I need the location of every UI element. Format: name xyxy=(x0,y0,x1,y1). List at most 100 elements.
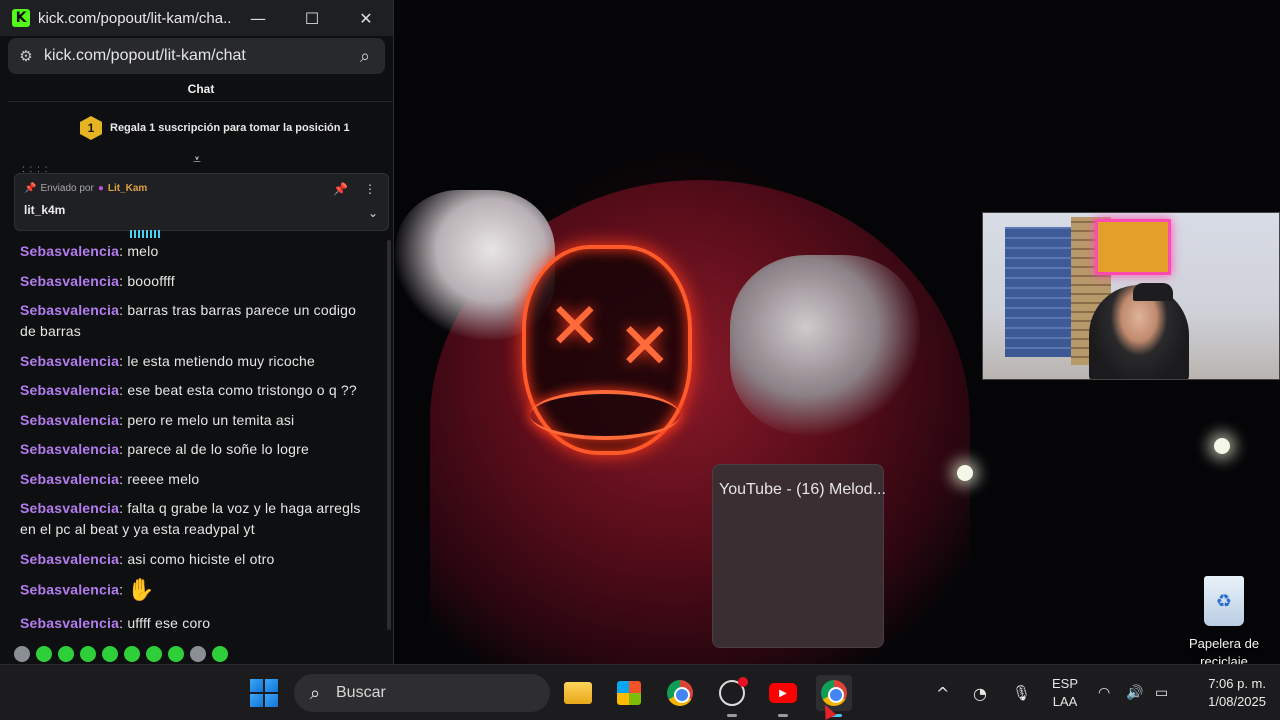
zoom-icon[interactable]: ⌕ xyxy=(345,46,385,67)
emote-icon xyxy=(102,646,118,662)
taskbar: ⌕ Buscar ▶ ^ ◔ 🎙 ESP LAA ◠ 🔊 ▭ 7:06 p. m… xyxy=(0,664,1280,720)
chat-message-list: Sebasvalencia: melo Sebasvalencia: booof… xyxy=(20,241,376,642)
clock-time: 7:06 p. m. xyxy=(1208,676,1266,691)
close-button[interactable]: ✕ xyxy=(339,0,393,36)
emote-icon xyxy=(80,646,96,662)
emote-icon xyxy=(212,646,228,662)
broadcaster-badge-icon: ● xyxy=(97,183,104,194)
message-username[interactable]: Sebasvalencia xyxy=(20,412,119,428)
emote-icon xyxy=(14,646,30,662)
minimize-button[interactable]: — xyxy=(231,0,285,36)
pin-icon: 📌 xyxy=(24,183,37,194)
message-username[interactable]: Sebasvalencia xyxy=(20,615,119,631)
search-icon: ⌕ xyxy=(309,682,321,704)
chat-message[interactable]: Sebasvalencia: reeee melo xyxy=(20,469,376,490)
message-username[interactable]: Sebasvalencia xyxy=(20,471,119,487)
message-text: reeee melo xyxy=(127,470,200,487)
mask-right-eye: ✕ xyxy=(618,310,672,384)
youtube-app-button[interactable]: ▶ xyxy=(765,675,801,717)
message-username[interactable]: Sebasvalencia xyxy=(20,243,119,259)
tray-expand-icon[interactable]: ^ xyxy=(936,665,949,720)
emote-icon xyxy=(146,646,162,662)
recycle-bin[interactable]: ♻ Papelera de reciclaje xyxy=(1184,576,1264,665)
chat-message[interactable]: Sebasvalencia: parece al de lo soñe lo l… xyxy=(20,439,376,460)
chat-message[interactable]: Sebasvalencia: le esta metiendo muy rico… xyxy=(20,351,376,372)
hands-emote-icon: ✋ xyxy=(127,578,155,603)
chat-message[interactable]: Sebasvalencia: ese beat esta como tristo… xyxy=(20,380,376,401)
youtube-window-preview[interactable]: YouTube - (16) Melod... xyxy=(712,464,886,648)
chat-popout-window[interactable]: K kick.com/popout/lit-kam/cha... — ☐ ✕ ⚙… xyxy=(0,0,394,664)
more-options-icon[interactable]: ⋮ xyxy=(364,182,376,196)
emote-strip xyxy=(14,646,228,662)
wifi-icon[interactable]: ◠ xyxy=(1098,665,1110,720)
message-username[interactable]: Sebasvalencia xyxy=(20,582,119,598)
taskbar-search[interactable]: ⌕ Buscar xyxy=(294,674,550,712)
search-placeholder: Buscar xyxy=(336,684,386,701)
sent-by-label: Enviado por xyxy=(40,183,94,194)
keyboard-layout: LAA xyxy=(1052,694,1078,709)
address-bar[interactable]: ⚙ kick.com/popout/lit-kam/chat ⌕ xyxy=(8,38,385,74)
system-clock[interactable]: 7:06 p. m. 1/08/2025 xyxy=(1190,675,1266,711)
onedrive-icon[interactable]: ◔ xyxy=(973,665,987,720)
chat-message[interactable]: Sebasvalencia: ✋ xyxy=(20,578,376,604)
running-indicator xyxy=(778,714,788,717)
mask-left-eye: ✕ xyxy=(548,290,602,364)
chrome-button[interactable] xyxy=(662,675,698,711)
recycle-bin-label: Papelera de reciclaje xyxy=(1188,636,1260,665)
message-username[interactable]: Sebasvalencia xyxy=(20,302,119,318)
mask-mouth xyxy=(530,390,680,440)
emote-fragment xyxy=(130,230,160,238)
message-text: uffff ese coro xyxy=(127,614,211,631)
maximize-button[interactable]: ☐ xyxy=(285,0,339,36)
message-text: ese beat esta como tristongo o q ?? xyxy=(127,382,357,398)
chat-message[interactable]: Sebasvalencia: barras tras barras parece… xyxy=(20,300,376,342)
language-code: ESP xyxy=(1051,676,1078,691)
battery-icon[interactable]: ▭ xyxy=(1155,665,1168,720)
unpin-icon[interactable]: 📌 xyxy=(333,182,348,196)
message-username[interactable]: Sebasvalencia xyxy=(20,441,119,457)
message-username[interactable]: Sebasvalencia xyxy=(20,353,119,369)
emote-icon xyxy=(58,646,74,662)
chat-message[interactable]: Sebasvalencia: pero re melo un temita as… xyxy=(20,410,376,431)
collapse-icon[interactable]: ⩡ xyxy=(193,152,201,168)
pinned-message-text: lit_k4m xyxy=(24,203,66,217)
rank-badge-icon: 1 xyxy=(80,116,102,140)
message-text: le esta metiendo muy ricoche xyxy=(127,352,316,369)
obs-button[interactable] xyxy=(714,675,750,717)
microphone-icon[interactable]: 🎙 xyxy=(1012,665,1031,720)
file-explorer-button[interactable] xyxy=(560,675,596,711)
pinned-by-user[interactable]: Lit_Kam xyxy=(108,183,147,194)
start-tile xyxy=(265,694,278,707)
chat-scrollbar[interactable] xyxy=(387,240,391,630)
webcam-overlay[interactable] xyxy=(982,212,1280,380)
chevron-down-icon[interactable]: ⌄ xyxy=(368,206,378,220)
chat-message[interactable]: Sebasvalencia: melo xyxy=(20,241,376,262)
chat-message[interactable]: Sebasvalencia: asi como hiciste el otro xyxy=(20,549,376,570)
url-text[interactable]: kick.com/popout/lit-kam/chat xyxy=(44,47,345,65)
message-text: pero re melo un temita asi xyxy=(127,411,295,428)
start-button[interactable] xyxy=(250,679,278,707)
message-username[interactable]: Sebasvalencia xyxy=(20,551,119,567)
recording-dot xyxy=(738,677,748,687)
youtube-preview-title: YouTube - (16) Melod... xyxy=(719,481,886,498)
store-button[interactable] xyxy=(611,675,647,711)
chat-message[interactable]: Sebasvalencia: boooffff xyxy=(20,271,376,292)
message-username[interactable]: Sebasvalencia xyxy=(20,382,119,398)
running-indicator xyxy=(727,714,737,717)
window-titlebar[interactable]: K kick.com/popout/lit-kam/cha... — ☐ ✕ xyxy=(0,0,393,36)
pinned-meta: 📌 Enviado por ● Lit_Kam xyxy=(24,183,147,194)
site-info-icon[interactable]: ⚙ xyxy=(8,47,44,65)
webcam-poster xyxy=(1095,219,1171,275)
pinned-message[interactable]: 📌 Enviado por ● Lit_Kam lit_k4m 📌 ⋮ ⌄ xyxy=(14,173,389,231)
message-username[interactable]: Sebasvalencia xyxy=(20,273,119,289)
kick-logo-icon: K xyxy=(12,9,30,27)
language-indicator[interactable]: ESP LAA xyxy=(1048,675,1082,711)
volume-icon[interactable]: 🔊 xyxy=(1126,665,1143,720)
message-username[interactable]: Sebasvalencia xyxy=(20,500,119,516)
folder-icon xyxy=(564,682,592,704)
chat-header: Chat xyxy=(8,76,393,102)
chat-message[interactable]: Sebasvalencia: falta q grabe la voz y le… xyxy=(20,498,376,540)
subscription-banner[interactable]: 1 Regala 1 suscripción para tomar la pos… xyxy=(80,116,350,140)
chat-message[interactable]: Sebasvalencia: uffff ese coro xyxy=(20,613,376,634)
emote-icon xyxy=(168,646,184,662)
